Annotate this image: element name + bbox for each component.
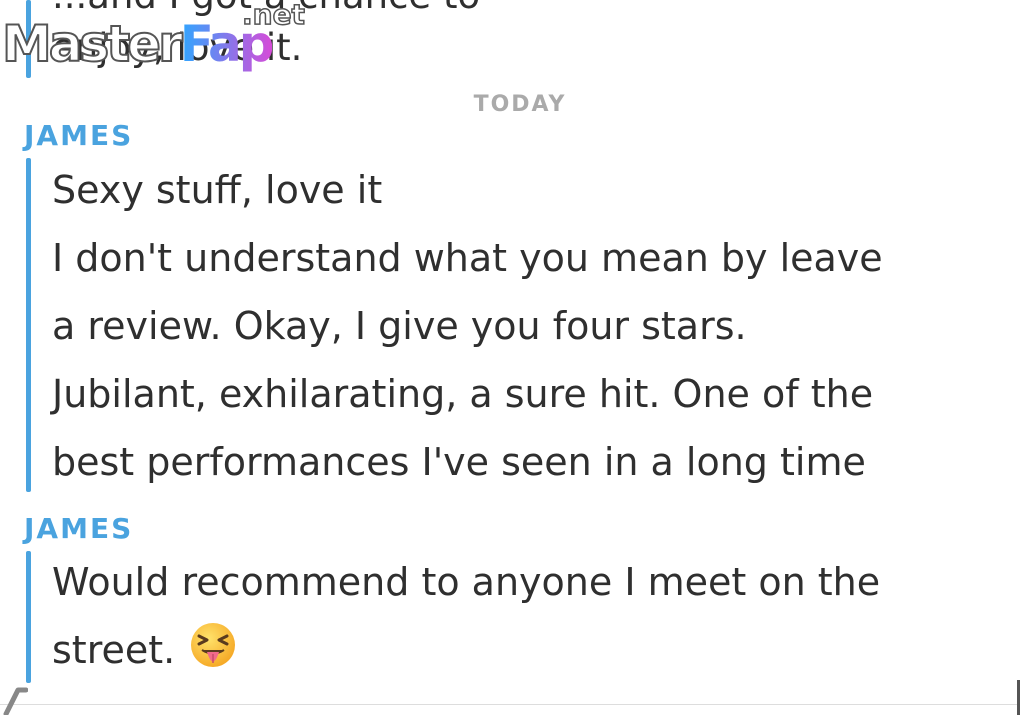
date-separator: TODAY [473, 92, 567, 117]
sender-name: JAMES [24, 119, 134, 152]
watermark-logo: .net MasterFap [1, 0, 307, 76]
watermark-main: Master [1, 15, 184, 73]
chat-message[interactable]: Jubilant, exhilarating, a sure hit. One … [52, 360, 1012, 428]
message-bar [26, 551, 31, 683]
chat-message[interactable]: street. [52, 616, 1012, 684]
chat-message[interactable]: Sexy stuff, love it [52, 156, 1012, 224]
chat-message-text: street. [52, 628, 176, 672]
bottom-divider [0, 704, 1020, 705]
sender-name: JAMES [24, 512, 134, 545]
squinting-face-with-tongue-icon [187, 621, 239, 673]
watermark-text: MasterFap [1, 15, 275, 73]
message-bar [26, 158, 31, 492]
chat-message[interactable]: I don't understand what you mean by leav… [52, 224, 1012, 292]
message-group: Would recommend to anyone I meet on the … [52, 548, 1012, 684]
message-group: Sexy stuff, love it I don't understand w… [52, 156, 1012, 496]
edge-indicator-icon [2, 686, 29, 717]
chat-message[interactable]: Would recommend to anyone I meet on the [52, 548, 1012, 616]
chat-thread: ...and I got a chance to enjoy, love it.… [0, 0, 1020, 717]
chat-message[interactable]: a review. Okay, I give you four stars. [52, 292, 1012, 360]
watermark-accent: Fap [179, 15, 275, 73]
chat-message[interactable]: best performances I've seen in a long ti… [52, 428, 1012, 496]
